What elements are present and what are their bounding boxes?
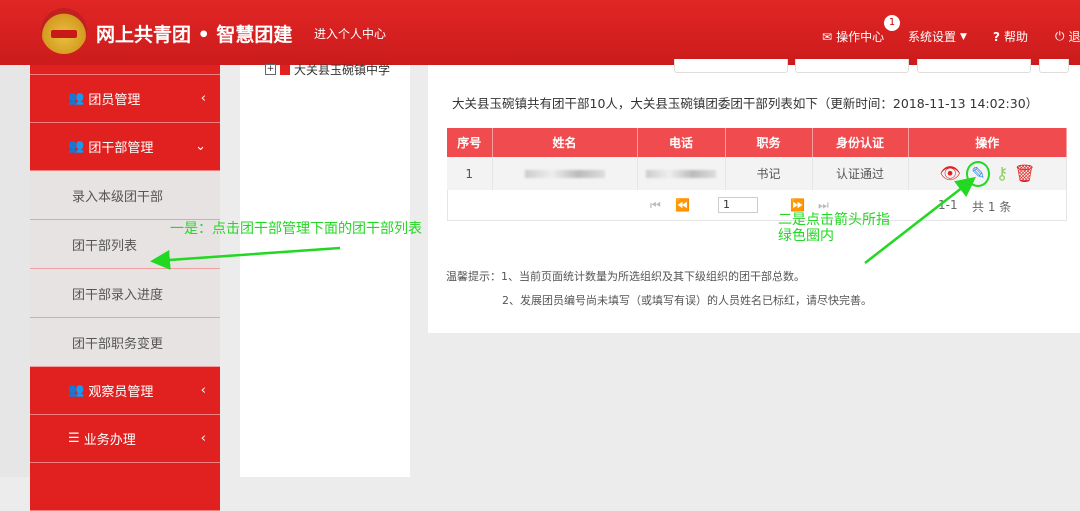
arrow-to-edit-icon	[864, 176, 976, 264]
arrow-to-cadre-list	[150, 246, 341, 270]
annotation-arrows	[150, 176, 976, 270]
